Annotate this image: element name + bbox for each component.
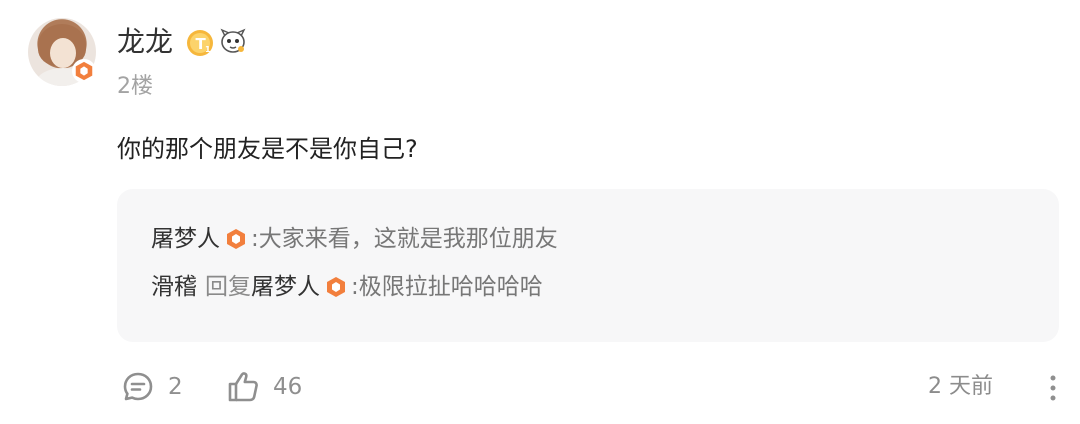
more-vertical-icon[interactable] [1044, 371, 1062, 405]
post-time: 2 天前 [928, 374, 993, 399]
reply-author[interactable]: 屠梦人 [151, 223, 220, 255]
reply-separator: : [351, 274, 359, 300]
reply-author[interactable]: 滑稽 [151, 271, 197, 303]
reply-separator: : [251, 226, 259, 252]
orange-hex-icon [227, 229, 245, 249]
comment-button[interactable]: 2 [120, 367, 183, 407]
like-button[interactable]: 46 [225, 367, 302, 407]
floor-label: 2楼 [117, 74, 153, 99]
replies-preview[interactable]: 屠梦人 : 大家来看，这就是我那位朋友 滑稽 回复 屠梦人 : 极限拉扯哈哈哈哈 [117, 189, 1059, 342]
reply-target[interactable]: 屠梦人 [251, 271, 320, 303]
level-t1-icon: T 1 [187, 30, 213, 56]
reply-verb: 回复 [205, 274, 251, 300]
author-name[interactable]: 龙龙 [117, 24, 173, 60]
orange-hex-icon [327, 277, 345, 297]
thumbs-up-icon [228, 372, 258, 402]
reply-item[interactable]: 屠梦人 : 大家来看，这就是我那位朋友 [151, 223, 558, 255]
comment-count: 2 [168, 374, 183, 400]
reply-item[interactable]: 滑稽 回复 屠梦人 : 极限拉扯哈哈哈哈 [151, 271, 543, 303]
reply-text: 大家来看，这就是我那位朋友 [258, 226, 558, 252]
comment-bubble-icon [123, 372, 153, 401]
comment-text: 你的那个朋友是不是你自己? [117, 135, 418, 163]
like-count: 46 [273, 374, 303, 400]
verified-hex-icon [72, 59, 96, 83]
mascot-icon [220, 28, 246, 53]
reply-text: 极限拉扯哈哈哈哈 [358, 274, 543, 300]
level-number: 1 [205, 45, 211, 54]
